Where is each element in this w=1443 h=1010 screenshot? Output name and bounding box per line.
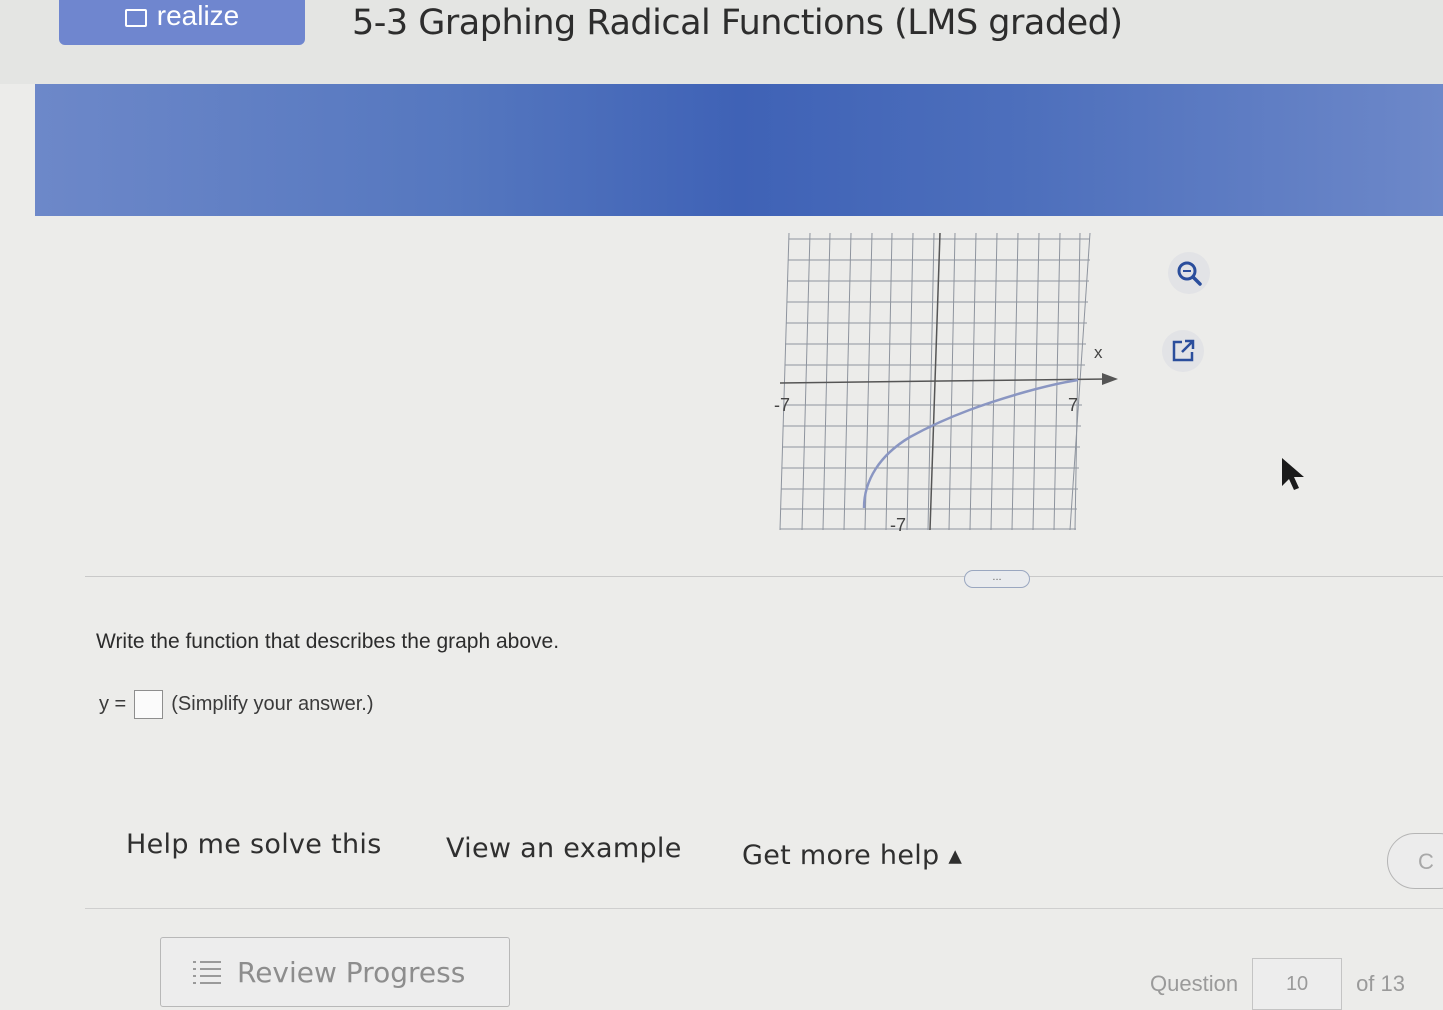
get-more-help-button[interactable]: Get more help ▴ [742,840,962,871]
x-min-label: -7 [774,395,790,415]
question-number-select[interactable]: 10 [1252,958,1343,1010]
answer-prefix: y = [99,693,127,715]
review-progress-label: Review Progress [237,955,466,989]
footer-divider [85,908,1443,909]
x-axis-label: x [1094,343,1103,362]
question-total: of 13 [1356,971,1405,996]
more-options-button[interactable]: ... [964,570,1030,588]
top-bar: realize 5-3 Graphing Radical Functions (… [0,0,1443,84]
x-max-label: 7 [1068,395,1078,415]
section-divider [85,576,1443,577]
external-link-icon [1172,339,1195,362]
question-label: Question [1150,971,1239,996]
magnifier-icon [1177,261,1202,286]
realize-home-button[interactable]: realize [59,0,305,45]
answer-input[interactable] [134,690,164,719]
answer-hint: (Simplify your answer.) [171,693,374,715]
realize-label: realize [156,0,240,31]
check-answer-button[interactable]: C [1387,833,1443,889]
popout-button[interactable] [1162,330,1204,372]
function-graph: x -7 7 -7 [760,225,1130,545]
view-example-button[interactable]: View an example [446,833,682,864]
y-min-label: -7 [890,515,906,535]
page-title: 5-3 Graphing Radical Functions (LMS grad… [352,3,1123,43]
question-navigator: Question 10 of 13 [1150,958,1405,1010]
list-icon [193,961,221,984]
answer-row: y = (Simplify your answer.) [99,690,374,719]
zoom-button[interactable] [1168,252,1210,294]
help-me-solve-button[interactable]: Help me solve this [126,829,382,860]
realize-logo-icon [124,8,147,27]
review-progress-button[interactable]: Review Progress [160,937,510,1007]
header-banner [35,84,1443,216]
question-prompt: Write the function that describes the gr… [96,630,560,653]
mouse-cursor-icon [1282,458,1304,490]
x-axis-arrow-icon [1102,373,1118,385]
